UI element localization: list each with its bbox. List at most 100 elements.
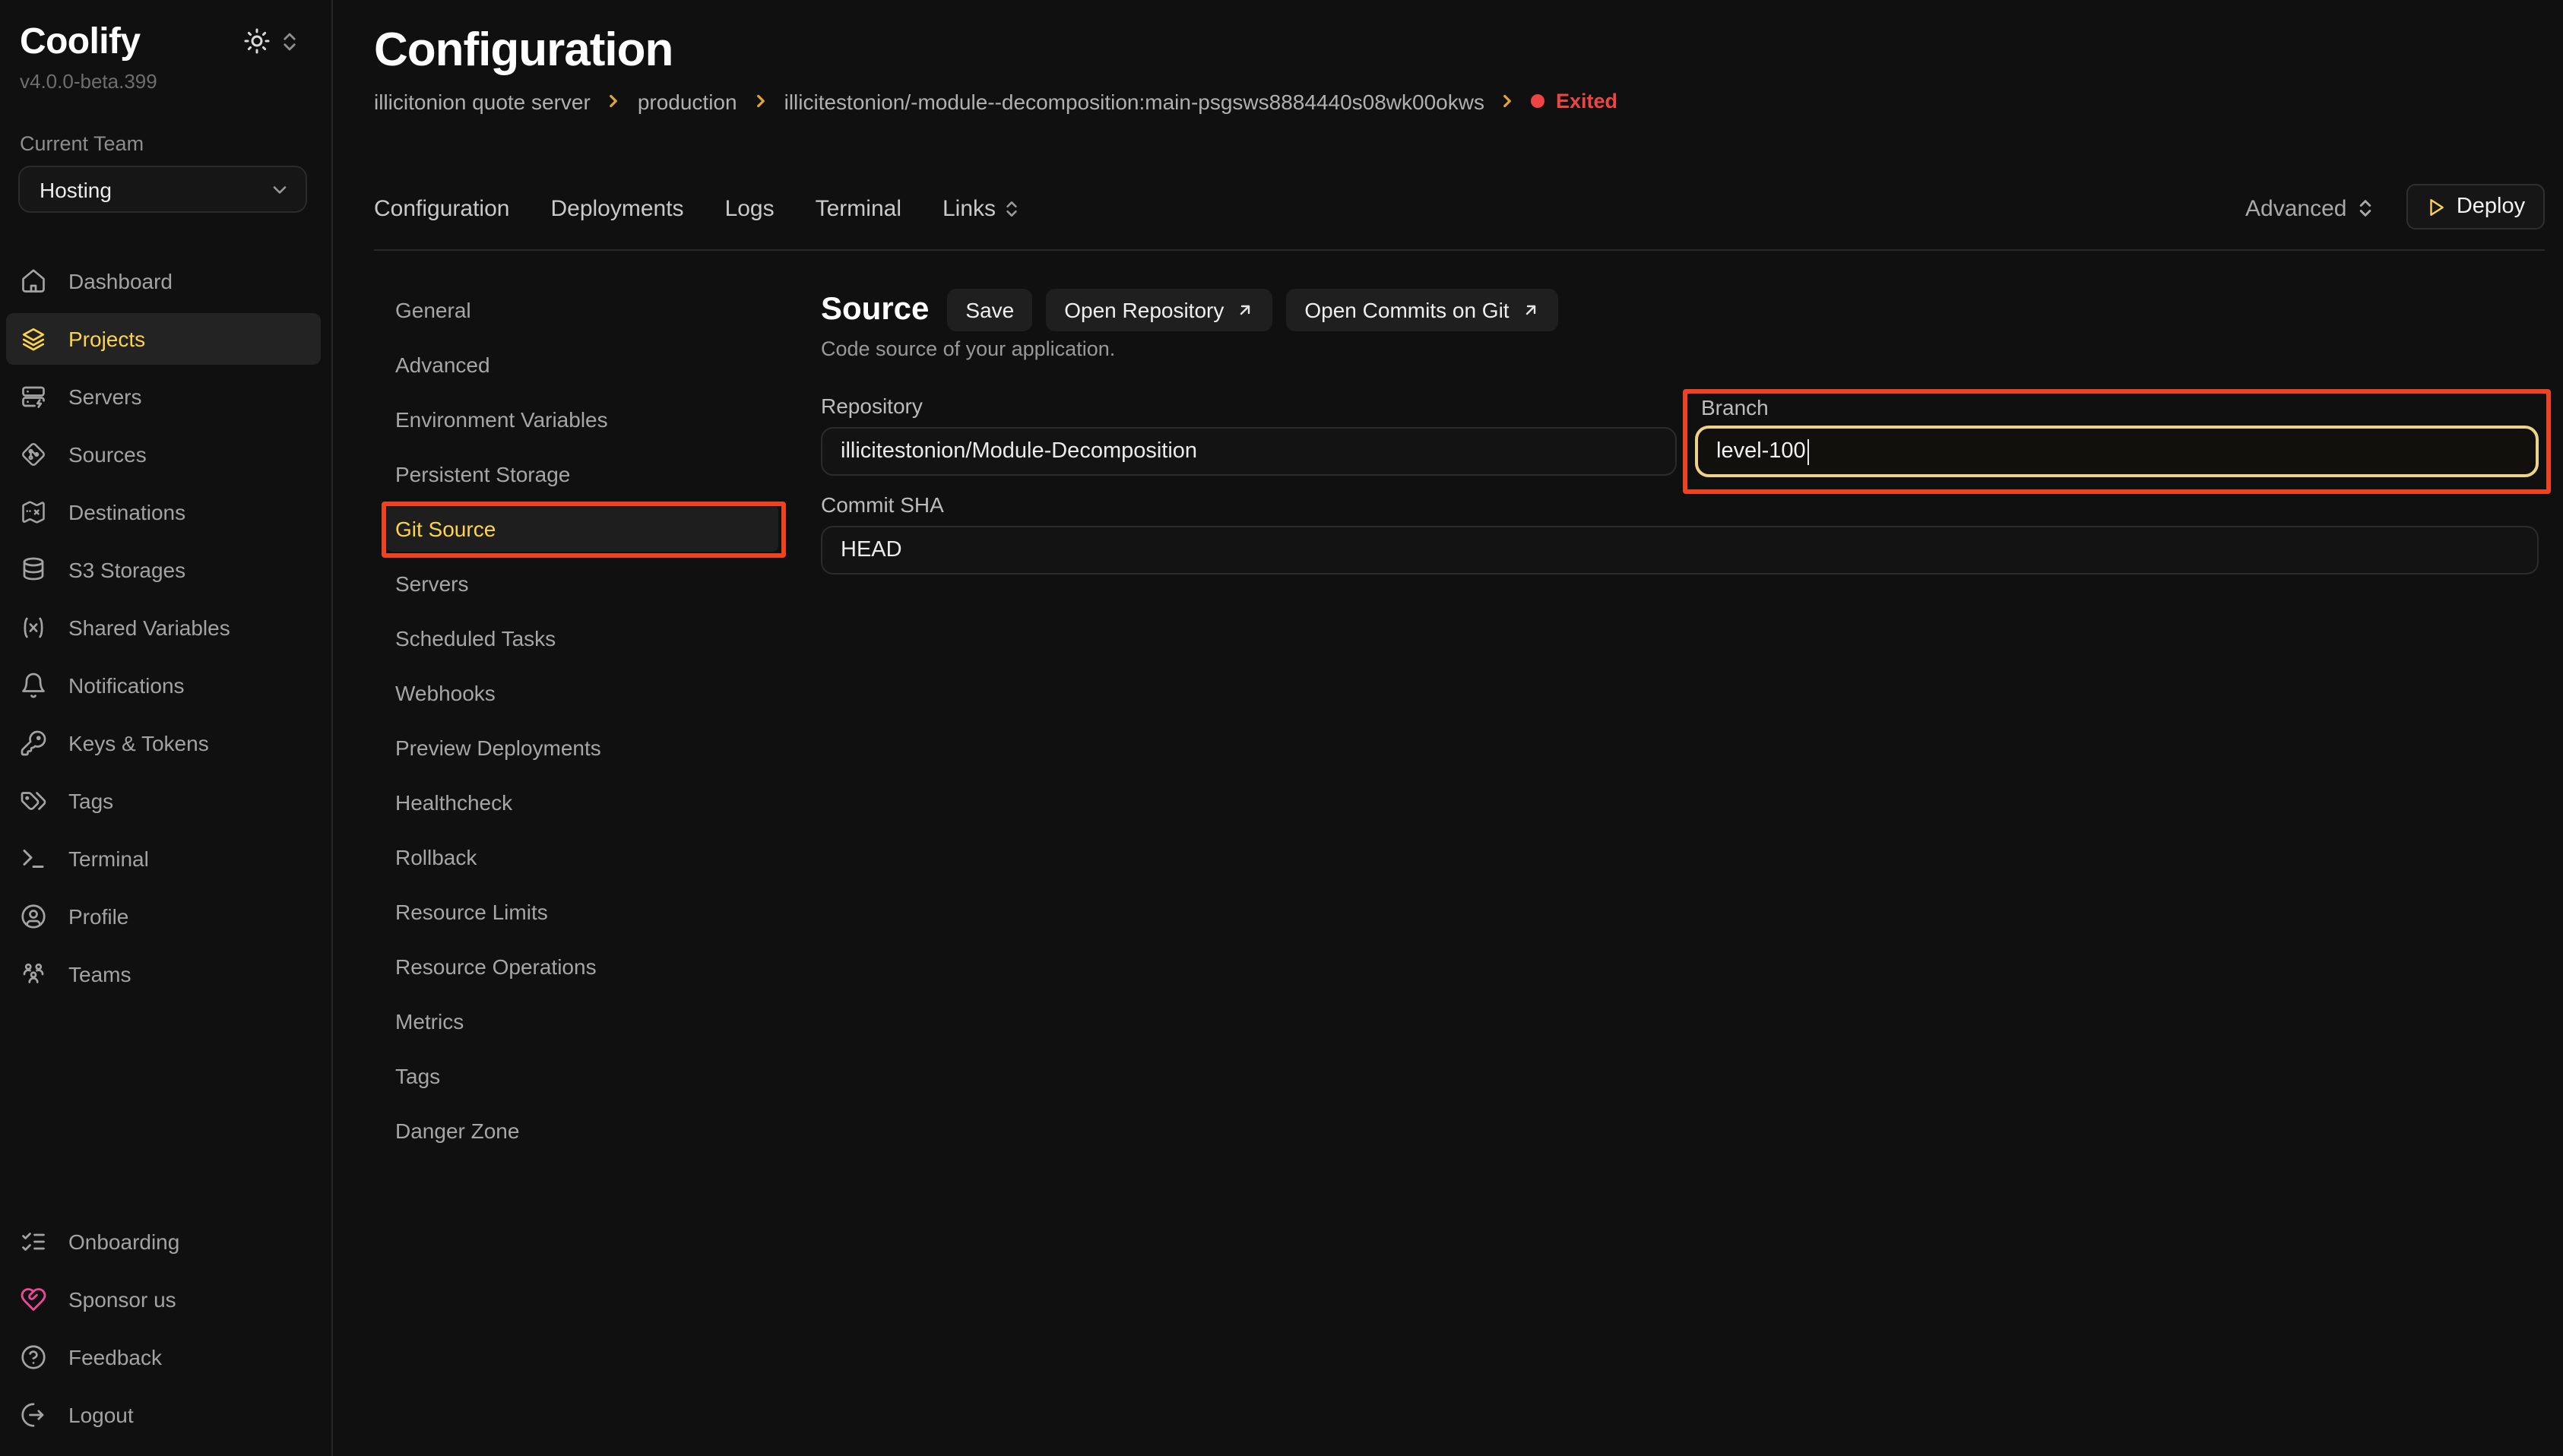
status-badge: Exited — [1532, 90, 1617, 112]
users-icon — [20, 961, 47, 988]
sidebar-item-destinations[interactable]: Destinations — [0, 483, 333, 541]
config-menu-webhooks[interactable]: Webhooks — [374, 666, 784, 720]
sidebar-item-sources[interactable]: Sources — [0, 426, 333, 483]
external-link-icon — [1522, 301, 1540, 319]
sidebar-item-servers[interactable]: Servers — [0, 368, 333, 426]
branch-input-value: level-100 — [1716, 439, 1806, 464]
advanced-menu[interactable]: Advanced — [2245, 193, 2375, 223]
config-menu-rollback[interactable]: Rollback — [374, 830, 784, 885]
layers-icon — [20, 325, 47, 353]
team-selector[interactable]: Hosting — [18, 166, 307, 213]
app-logo[interactable]: Coolify — [20, 21, 140, 64]
tabs-divider — [374, 249, 2545, 251]
config-menu-git-source[interactable]: Git Source — [374, 502, 784, 556]
tab-logs[interactable]: Logs — [725, 195, 775, 221]
home-icon — [20, 267, 47, 295]
config-menu-metrics[interactable]: Metrics — [374, 994, 784, 1049]
config-menu-servers[interactable]: Servers — [374, 556, 784, 611]
tab-deployments[interactable]: Deployments — [550, 195, 683, 221]
help-circle-icon — [20, 1344, 47, 1371]
server-icon — [20, 383, 47, 410]
chevron-right-icon — [751, 91, 771, 111]
sidebar-item-teams[interactable]: Teams — [0, 945, 333, 1003]
source-section-title: Source — [821, 292, 929, 328]
config-menu-resource-limits[interactable]: Resource Limits — [374, 885, 784, 939]
chevrons-up-down-icon — [2354, 198, 2375, 219]
coolify-app: Coolify v4.0.0-beta.399 Current Team Hos… — [0, 0, 2563, 1456]
config-menu-advanced[interactable]: Advanced — [374, 337, 784, 392]
text-cursor — [1807, 438, 1810, 464]
variables-icon — [20, 614, 47, 641]
open-commits-button[interactable]: Open Commits on Git — [1286, 289, 1557, 331]
tab-terminal[interactable]: Terminal — [816, 195, 901, 221]
config-menu-preview-deployments[interactable]: Preview Deployments — [374, 720, 784, 775]
tab-links[interactable]: Links — [943, 195, 1022, 221]
branch-input[interactable]: level-100 — [1695, 426, 2539, 477]
config-menu-environment-variables[interactable]: Environment Variables — [374, 392, 784, 447]
tab-configuration[interactable]: Configuration — [374, 195, 509, 221]
sidebar-item-logout[interactable]: Logout — [0, 1386, 333, 1444]
branch-label: Branch — [1701, 395, 1769, 419]
config-menu-tags[interactable]: Tags — [374, 1049, 784, 1103]
sidebar-item-s3-storages[interactable]: S3 Storages — [0, 541, 333, 599]
database-icon — [20, 556, 47, 584]
map-icon — [20, 499, 47, 526]
sidebar-item-sponsor-us[interactable]: Sponsor us — [0, 1271, 333, 1328]
heart-hands-icon — [20, 1286, 47, 1313]
config-menu-healthcheck[interactable]: Healthcheck — [374, 775, 784, 830]
config-menu: General Advanced Environment Variables P… — [374, 283, 784, 1158]
deploy-button[interactable]: Deploy — [2406, 184, 2545, 229]
repository-input[interactable] — [821, 427, 1677, 476]
sidebar-item-shared-variables[interactable]: Shared Variables — [0, 599, 333, 657]
bell-icon — [20, 672, 47, 699]
status-dot-icon — [1532, 94, 1545, 108]
sidebar-item-feedback[interactable]: Feedback — [0, 1328, 333, 1386]
sidebar-item-notifications[interactable]: Notifications — [0, 657, 333, 714]
config-menu-general[interactable]: General — [374, 283, 784, 337]
theme-toggle-sun-icon[interactable] — [243, 27, 271, 55]
sidebar-item-terminal[interactable]: Terminal — [0, 830, 333, 888]
breadcrumb-environment[interactable]: production — [638, 89, 737, 113]
user-circle-icon — [20, 903, 47, 930]
source-header-row: Source Save Open Repository Open Commits… — [821, 289, 1558, 331]
sidebar-item-onboarding[interactable]: Onboarding — [0, 1213, 333, 1271]
commit-sha-label: Commit SHA — [821, 492, 944, 517]
config-menu-scheduled-tasks[interactable]: Scheduled Tasks — [374, 611, 784, 666]
sidebar-item-projects[interactable]: Projects — [0, 310, 333, 368]
save-button[interactable]: Save — [947, 289, 1032, 331]
sidebar-item-profile[interactable]: Profile — [0, 888, 333, 945]
sidebar-footer-nav: Onboarding Sponsor us Feedback Logout — [0, 1213, 333, 1444]
chevron-right-icon — [604, 91, 624, 111]
external-link-icon — [1236, 301, 1254, 319]
sidebar-item-dashboard[interactable]: Dashboard — [0, 252, 333, 310]
source-section-description: Code source of your application. — [821, 337, 1115, 360]
resource-tabs: Configuration Deployments Logs Terminal … — [374, 193, 1022, 223]
chevron-down-icon — [269, 179, 290, 200]
breadcrumb-resource[interactable]: illicitestonion/-module--decomposition:m… — [784, 89, 1484, 113]
page-title: Configuration — [374, 23, 673, 78]
git-source-icon — [20, 441, 47, 468]
sidebar-item-keys-tokens[interactable]: Keys & Tokens — [0, 714, 333, 772]
chevron-right-icon — [1498, 91, 1518, 111]
commit-sha-input[interactable] — [821, 526, 2539, 574]
breadcrumb: illicitonion quote server production ill… — [374, 88, 1617, 114]
repository-label: Repository — [821, 394, 923, 418]
list-checks-icon — [20, 1228, 47, 1255]
config-menu-danger-zone[interactable]: Danger Zone — [374, 1103, 784, 1158]
config-menu-persistent-storage[interactable]: Persistent Storage — [374, 447, 784, 502]
current-team-label: Current Team — [20, 132, 144, 155]
team-selector-value: Hosting — [40, 177, 269, 201]
open-repository-button[interactable]: Open Repository — [1046, 289, 1272, 331]
terminal-icon — [20, 845, 47, 872]
tags-icon — [20, 787, 47, 815]
status-text: Exited — [1556, 90, 1617, 112]
sidebar-item-tags[interactable]: Tags — [0, 772, 333, 830]
play-icon — [2426, 197, 2446, 217]
logout-icon — [20, 1401, 47, 1429]
app-version: v4.0.0-beta.399 — [20, 70, 157, 93]
breadcrumb-project[interactable]: illicitonion quote server — [374, 89, 591, 113]
sidebar-nav: Dashboard Projects Servers Sources Desti… — [0, 252, 333, 1003]
chevrons-up-down-icon[interactable] — [278, 30, 301, 53]
config-menu-resource-operations[interactable]: Resource Operations — [374, 939, 784, 994]
chevrons-up-down-icon — [1002, 198, 1022, 218]
